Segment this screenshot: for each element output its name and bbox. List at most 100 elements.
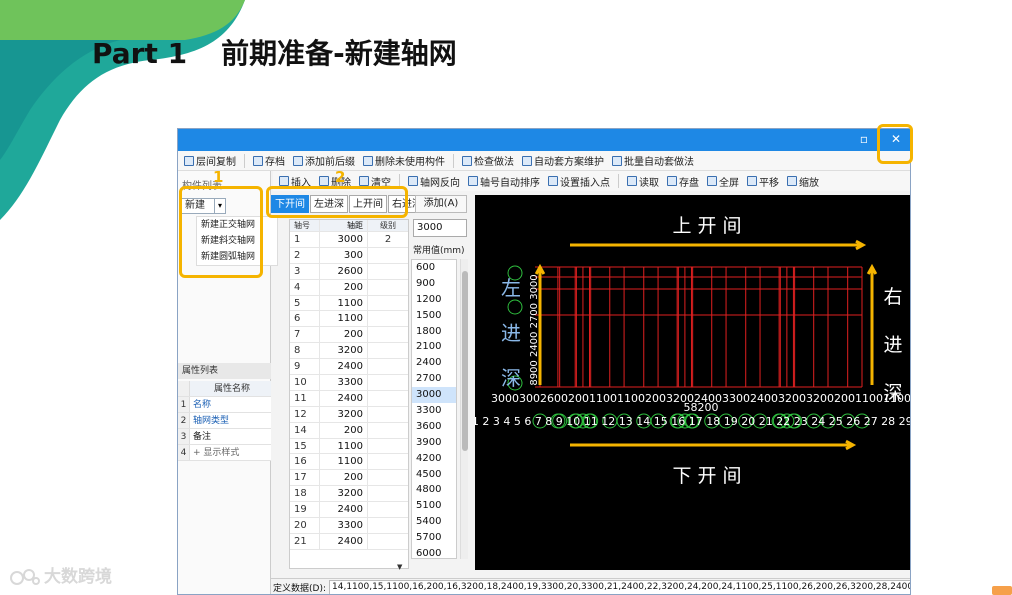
common-values-list[interactable]: 600 900 1200 1500 1800 2100 2400 2700 3000 3300 36… [411,259,457,559]
common-value-item[interactable]: 1800 [412,324,456,340]
add-button[interactable]: 添加(A) [415,195,467,213]
toolbar-item-read[interactable]: 读取 [627,174,659,189]
property-row[interactable]: 1 名称 [178,397,271,413]
common-value-item[interactable]: 5100 [412,498,456,514]
common-value-item[interactable]: 900 [412,276,456,292]
common-value-item[interactable]: 5700 [412,530,456,546]
left-dimension-text: 8900 2400 2700 3000 [529,274,540,385]
label-right-depth: 深 [883,382,902,404]
table-row[interactable]: 10 3300 [290,375,408,391]
table-row[interactable]: 7 200 [290,327,408,344]
common-value-item[interactable]: 4800 [412,482,456,498]
common-value-item[interactable]: 5400 [412,514,456,530]
toolbar-item-insert-point[interactable]: 设置插入点 [548,174,610,189]
label-left-depth: 进 [501,321,521,345]
common-value-item[interactable]: 3900 [412,435,456,451]
property-header-row: 属性名称 [178,381,271,397]
scroll-down-icon[interactable]: ▼ [397,563,407,573]
reverse-icon [408,176,418,186]
common-scrollbar[interactable] [460,259,468,559]
common-value-item[interactable]: 4200 [412,451,456,467]
copy-icon [184,155,194,166]
label-right-depth: 右 [883,286,902,308]
batch-icon [612,155,622,166]
toolbar-item-copy-floor[interactable]: 层间复制 [184,153,236,168]
table-row[interactable]: 16 1100 [290,454,408,471]
corner-mark [992,586,1012,595]
sort-icon [468,176,478,186]
toolbar-item-auto-plan[interactable]: 自动套方案维护 [522,153,604,168]
watermark: 大数跨境 [10,562,112,587]
label-left-depth: 左 [501,276,521,300]
table-row[interactable]: 11 2400 [290,390,408,407]
spacing-input[interactable]: 3000 [413,219,467,237]
property-table: 属性名称 1 名称 2 轴网类型 3 备注 4 + 显示样式 [178,381,271,461]
toolbar-item-store[interactable]: 存盘 [667,174,699,189]
toolbar-item-add-prefix[interactable]: 添加前后缀 [293,153,355,168]
common-value-item[interactable]: 4500 [412,467,456,483]
common-value-item[interactable]: 2700 [412,371,456,387]
label-bottom-bay: 下 开 间 [672,465,741,487]
toolbar-main: 层间复制 存档 添加前后缀 删除未使用构件 检查做法 自动套方案维护 批量自动套… [178,151,910,171]
common-value-item[interactable]: 2100 [412,339,456,355]
table-row[interactable]: 3 2600 [290,263,408,280]
axis-preview-canvas[interactable]: 3000300260020011001100200320024003300240… [472,195,910,570]
value-panel: 添加(A) 3000 常用值(mm) 600 900 1200 1500 1800 210… [411,195,473,575]
toolbar-item-pan[interactable]: 平移 [747,174,779,189]
table-row[interactable]: 6 1100 [290,311,408,328]
toolbar-item-delete-unused[interactable]: 删除未使用构件 [363,153,445,168]
slide-title: Part 1 前期准备-新建轴网 [92,37,457,70]
table-row[interactable]: 5 1100 [290,295,408,312]
toolbar-item-reverse[interactable]: 轴网反向 [408,174,460,189]
table-row[interactable]: 19 2400 [290,502,408,519]
toolbar-item-save[interactable]: 存档 [253,153,285,168]
table-row[interactable]: 18 3200 [290,486,408,503]
slide: Part 1 前期准备-新建轴网 大数跨境 ▫ ✕ 层间复制 存档 添加前后缀 删… [0,0,1012,595]
toolbar-item-zoom[interactable]: 缩放 [787,174,819,189]
toolbar-item-fullscreen[interactable]: 全屏 [707,174,739,189]
restore-button[interactable]: ▫ [856,131,872,147]
common-value-item[interactable]: 1500 [412,308,456,324]
highlight-tabs [266,186,408,218]
fullscreen-icon [707,176,717,186]
common-value-item[interactable]: 6000 [412,546,456,558]
property-row[interactable]: 4 + 显示样式 [178,445,271,461]
property-row[interactable]: 2 轴网类型 [178,413,271,429]
total-dimension: 58200 [684,401,719,414]
property-row[interactable]: 3 备注 [178,429,271,445]
common-value-item[interactable]: 2400 [412,355,456,371]
table-row[interactable]: 12 3200 [290,406,408,423]
insert-icon [279,176,289,186]
highlight-new-menu [179,186,263,278]
table-row[interactable]: 14 200 [290,422,408,439]
toolbar-item-batch[interactable]: 批量自动套做法 [612,153,694,168]
window-titlebar: ▫ ✕ [178,129,910,151]
toolbar-item-auto-sort[interactable]: 轴号自动排序 [468,174,540,189]
define-data-input[interactable]: 14,1100,15,1100,16,200,16,3200,18,2400,1… [329,580,910,594]
table-row[interactable]: 15 1100 [290,438,408,455]
common-values-label: 常用值(mm) [413,246,465,256]
toolbar-item-check[interactable]: 检查做法 [462,153,514,168]
table-row[interactable]: 8 3200 [290,343,408,360]
common-value-item[interactable]: 3000 [412,387,456,404]
axis-spacing-table: 轴号 轴距 级别 1 3000 2 2 300 3 2600 4 200 5 1100 6 1100 7 200… [289,219,409,569]
table-row[interactable]: 1 3000 2 [290,232,408,248]
common-value-item[interactable]: 3600 [412,419,456,435]
plan-icon [522,155,532,166]
table-row[interactable]: 9 2400 [290,359,408,376]
table-row[interactable]: 21 2400 [290,533,408,550]
read-icon [627,176,637,186]
label-left-depth: 深 [501,366,521,390]
table-row[interactable]: 2 300 [290,247,408,264]
store-icon [667,176,677,186]
table-row[interactable]: 4 200 [290,279,408,296]
common-value-item[interactable]: 3300 [412,403,456,419]
point-icon [548,176,558,186]
table-row[interactable]: 17 200 [290,470,408,487]
common-value-item[interactable]: 600 [412,260,456,276]
annotation-number-1: 1 [213,168,224,186]
label-top-bay: 上 开 间 [672,215,741,237]
delete-icon [363,155,373,166]
common-value-item[interactable]: 1200 [412,292,456,308]
table-row[interactable]: 20 3300 [290,518,408,534]
